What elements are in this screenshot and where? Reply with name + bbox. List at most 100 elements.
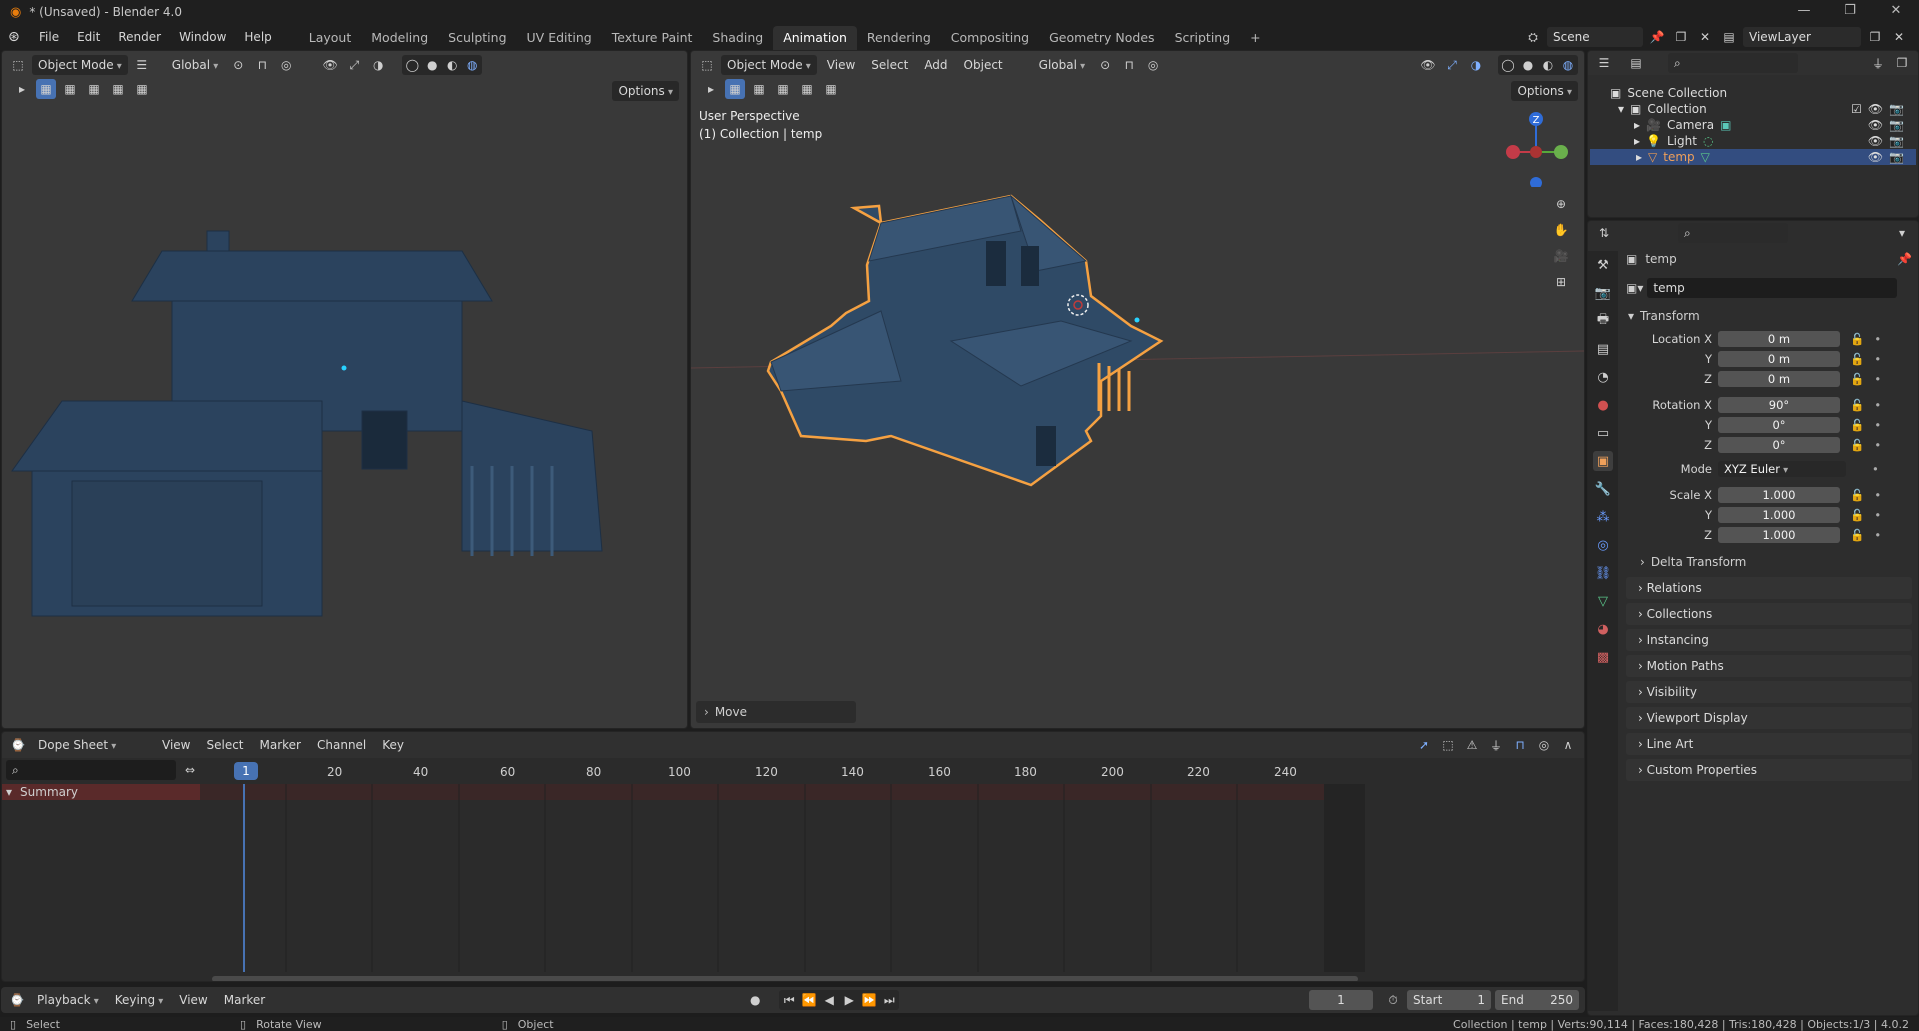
swap-icon[interactable]: ⇔ xyxy=(180,760,200,780)
menu-window[interactable]: Window xyxy=(170,24,235,50)
dopesheet-menu-key[interactable]: Key xyxy=(376,735,410,755)
collection-tab-icon[interactable]: ▭ xyxy=(1593,423,1613,443)
properties-options-icon[interactable]: ▾ xyxy=(1892,223,1912,243)
scene-icon[interactable]: ⛭ xyxy=(1523,27,1543,47)
scene-tab-icon[interactable]: ◔ xyxy=(1593,367,1613,387)
output-tab-icon[interactable]: 🖶 xyxy=(1593,311,1613,331)
outliner-item-camera[interactable]: ▸ 🎥 Camera ▣ 👁📷 xyxy=(1588,117,1918,133)
constraints-tab-icon[interactable]: ⛓ xyxy=(1593,563,1613,583)
stopwatch-icon[interactable]: ⏱ xyxy=(1383,990,1403,1010)
tool-tab-icon[interactable]: ⚒ xyxy=(1593,255,1613,275)
panel-viewport-display[interactable]: › Viewport Display xyxy=(1626,707,1912,729)
modifier-tab-icon[interactable]: 🔧 xyxy=(1593,479,1613,499)
render-tab-icon[interactable]: 📷 xyxy=(1593,283,1613,303)
lock-icon[interactable]: 🔓• xyxy=(1850,332,1891,346)
scene-field[interactable]: Scene xyxy=(1547,27,1643,47)
texture-tab-icon[interactable]: ▩ xyxy=(1593,647,1613,667)
select-box-icon[interactable]: ▦ xyxy=(36,79,56,99)
jump-start-icon[interactable]: ⏮ xyxy=(779,990,799,1010)
outliner-collection[interactable]: ▾ ▣ Collection ☑👁📷 xyxy=(1588,101,1918,117)
delete-view-layer-icon[interactable]: ✕ xyxy=(1889,27,1909,47)
summary-channel[interactable]: ▾ Summary xyxy=(2,784,200,800)
select-invert-icon[interactable]: ▦ xyxy=(108,79,128,99)
location-y-field[interactable]: 0 m xyxy=(1718,351,1840,367)
scale-y-field[interactable]: 1.000 xyxy=(1718,507,1840,523)
new-collection-icon[interactable]: ❐ xyxy=(1892,53,1912,73)
menu-edit[interactable]: Edit xyxy=(68,24,109,50)
keyframe-dot-icon[interactable]: • xyxy=(1872,462,1879,476)
delete-scene-icon[interactable]: ✕ xyxy=(1695,27,1715,47)
lock-icon[interactable]: 🔓• xyxy=(1850,508,1891,522)
menu-file[interactable]: File xyxy=(30,24,68,50)
view-layer-icon[interactable]: ▤ xyxy=(1719,27,1739,47)
tab-geometry-nodes[interactable]: Geometry Nodes xyxy=(1039,26,1164,50)
collection-visibility-icons[interactable]: ☑👁📷 xyxy=(1851,101,1910,117)
play-icon[interactable]: ▶ xyxy=(839,990,859,1010)
expand-arrow-icon[interactable]: ▸ xyxy=(1636,149,1642,165)
only-selected-icon[interactable]: ➚ xyxy=(1414,735,1434,755)
snap-icon-3[interactable]: ⊓ xyxy=(1510,735,1530,755)
close-button[interactable]: ✕ xyxy=(1873,0,1919,24)
timeline-editor-icon[interactable]: ⌚ xyxy=(7,990,27,1010)
select-extend-icon[interactable]: ▦ xyxy=(60,79,80,99)
new-view-layer-icon[interactable]: ❐ xyxy=(1865,27,1885,47)
rotation-y-field[interactable]: 0° xyxy=(1718,417,1840,433)
left-orientation-dropdown[interactable]: Global xyxy=(166,55,224,75)
filter-icon-2[interactable]: ⏚ xyxy=(1486,735,1506,755)
dopesheet-menu-select[interactable]: Select xyxy=(200,735,249,755)
object-name-input[interactable]: temp xyxy=(1647,278,1898,298)
outliner-item-light[interactable]: ▸ 💡 Light ◌ 👁📷 xyxy=(1588,133,1918,149)
lock-icon[interactable]: 🔓• xyxy=(1850,418,1891,432)
start-frame-field[interactable]: Start 1 xyxy=(1407,990,1491,1010)
lock-icon[interactable]: 🔓• xyxy=(1850,352,1891,366)
scale-x-field[interactable]: 1.000 xyxy=(1718,487,1840,503)
lock-icon[interactable]: 🔓• xyxy=(1850,488,1891,502)
channel-search-input[interactable]: ⌕ xyxy=(6,760,176,780)
panel-motion-paths[interactable]: › Motion Paths xyxy=(1626,655,1912,677)
material-tab-icon[interactable]: ◕ xyxy=(1593,619,1613,639)
dopesheet-mode-dropdown[interactable]: Dope Sheet xyxy=(32,735,152,755)
tab-texture-paint[interactable]: Texture Paint xyxy=(602,26,703,50)
panel-collections[interactable]: › Collections xyxy=(1626,603,1912,625)
outliner-editor-icon[interactable]: ☰ xyxy=(1594,53,1614,73)
lock-icon[interactable]: 🔓• xyxy=(1850,398,1891,412)
delta-transform-header[interactable]: › Delta Transform xyxy=(1618,551,1918,573)
panel-line-art[interactable]: › Line Art xyxy=(1626,733,1912,755)
tab-animation[interactable]: Animation xyxy=(773,26,857,50)
new-scene-icon[interactable]: ❐ xyxy=(1671,27,1691,47)
timeline-menu-playback[interactable]: Playback xyxy=(31,990,105,1010)
right-viewport[interactable]: ⬚ Object Mode View Select Add Object Glo… xyxy=(690,50,1585,729)
lock-icon[interactable]: 🔓• xyxy=(1850,528,1891,542)
transform-panel-header[interactable]: ▾ Transform xyxy=(1618,305,1918,327)
proportional-icon[interactable]: ◎ xyxy=(276,55,296,75)
rendered-shading-icon[interactable]: ◍ xyxy=(462,55,482,75)
current-frame-indicator[interactable]: 1 xyxy=(234,762,258,780)
object-tab-icon[interactable]: ▣ xyxy=(1593,451,1613,471)
timeline-menu-keying[interactable]: Keying xyxy=(109,990,170,1010)
panel-visibility[interactable]: › Visibility xyxy=(1626,681,1912,703)
last-operator-panel[interactable]: › Move xyxy=(696,701,856,723)
pin-icon[interactable]: 📌 xyxy=(1647,27,1667,47)
add-workspace-icon[interactable]: + xyxy=(1240,26,1270,50)
timeline-menu-marker[interactable]: Marker xyxy=(218,990,271,1010)
filter-icon[interactable]: ⏚ xyxy=(1868,53,1888,73)
panel-custom-properties[interactable]: › Custom Properties xyxy=(1626,759,1912,781)
left-viewport[interactable]: ⬚ Object Mode ☰ Global ⊙ ⊓ ◎ 👁 ⤢ ◑ ◯ ● ◐… xyxy=(1,50,688,729)
select-tool-icon[interactable]: ▸ xyxy=(12,79,32,99)
tab-rendering[interactable]: Rendering xyxy=(857,26,941,50)
dopesheet-menu-channel[interactable]: Channel xyxy=(311,735,372,755)
world-tab-icon[interactable]: ● xyxy=(1593,395,1613,415)
left-mode-dropdown[interactable]: Object Mode xyxy=(32,55,128,75)
dopesheet-editor-icon[interactable]: ⌚ xyxy=(8,735,28,755)
select-subtract-icon[interactable]: ▦ xyxy=(84,79,104,99)
rotation-x-field[interactable]: 90° xyxy=(1718,397,1840,413)
proportional-icon-3[interactable]: ◎ xyxy=(1534,735,1554,755)
current-frame-field[interactable]: 1 xyxy=(1309,990,1373,1010)
light-visibility-icons[interactable]: 👁📷 xyxy=(1868,133,1910,149)
tab-compositing[interactable]: Compositing xyxy=(941,26,1039,50)
outliner-item-temp[interactable]: ▸ ▽ temp ▽ 👁📷 xyxy=(1590,149,1916,165)
tab-sculpting[interactable]: Sculpting xyxy=(438,26,516,50)
visibility-icon[interactable]: 👁 xyxy=(320,55,340,75)
menu-help[interactable]: Help xyxy=(235,24,280,50)
camera-visibility-icons[interactable]: 👁📷 xyxy=(1868,117,1910,133)
